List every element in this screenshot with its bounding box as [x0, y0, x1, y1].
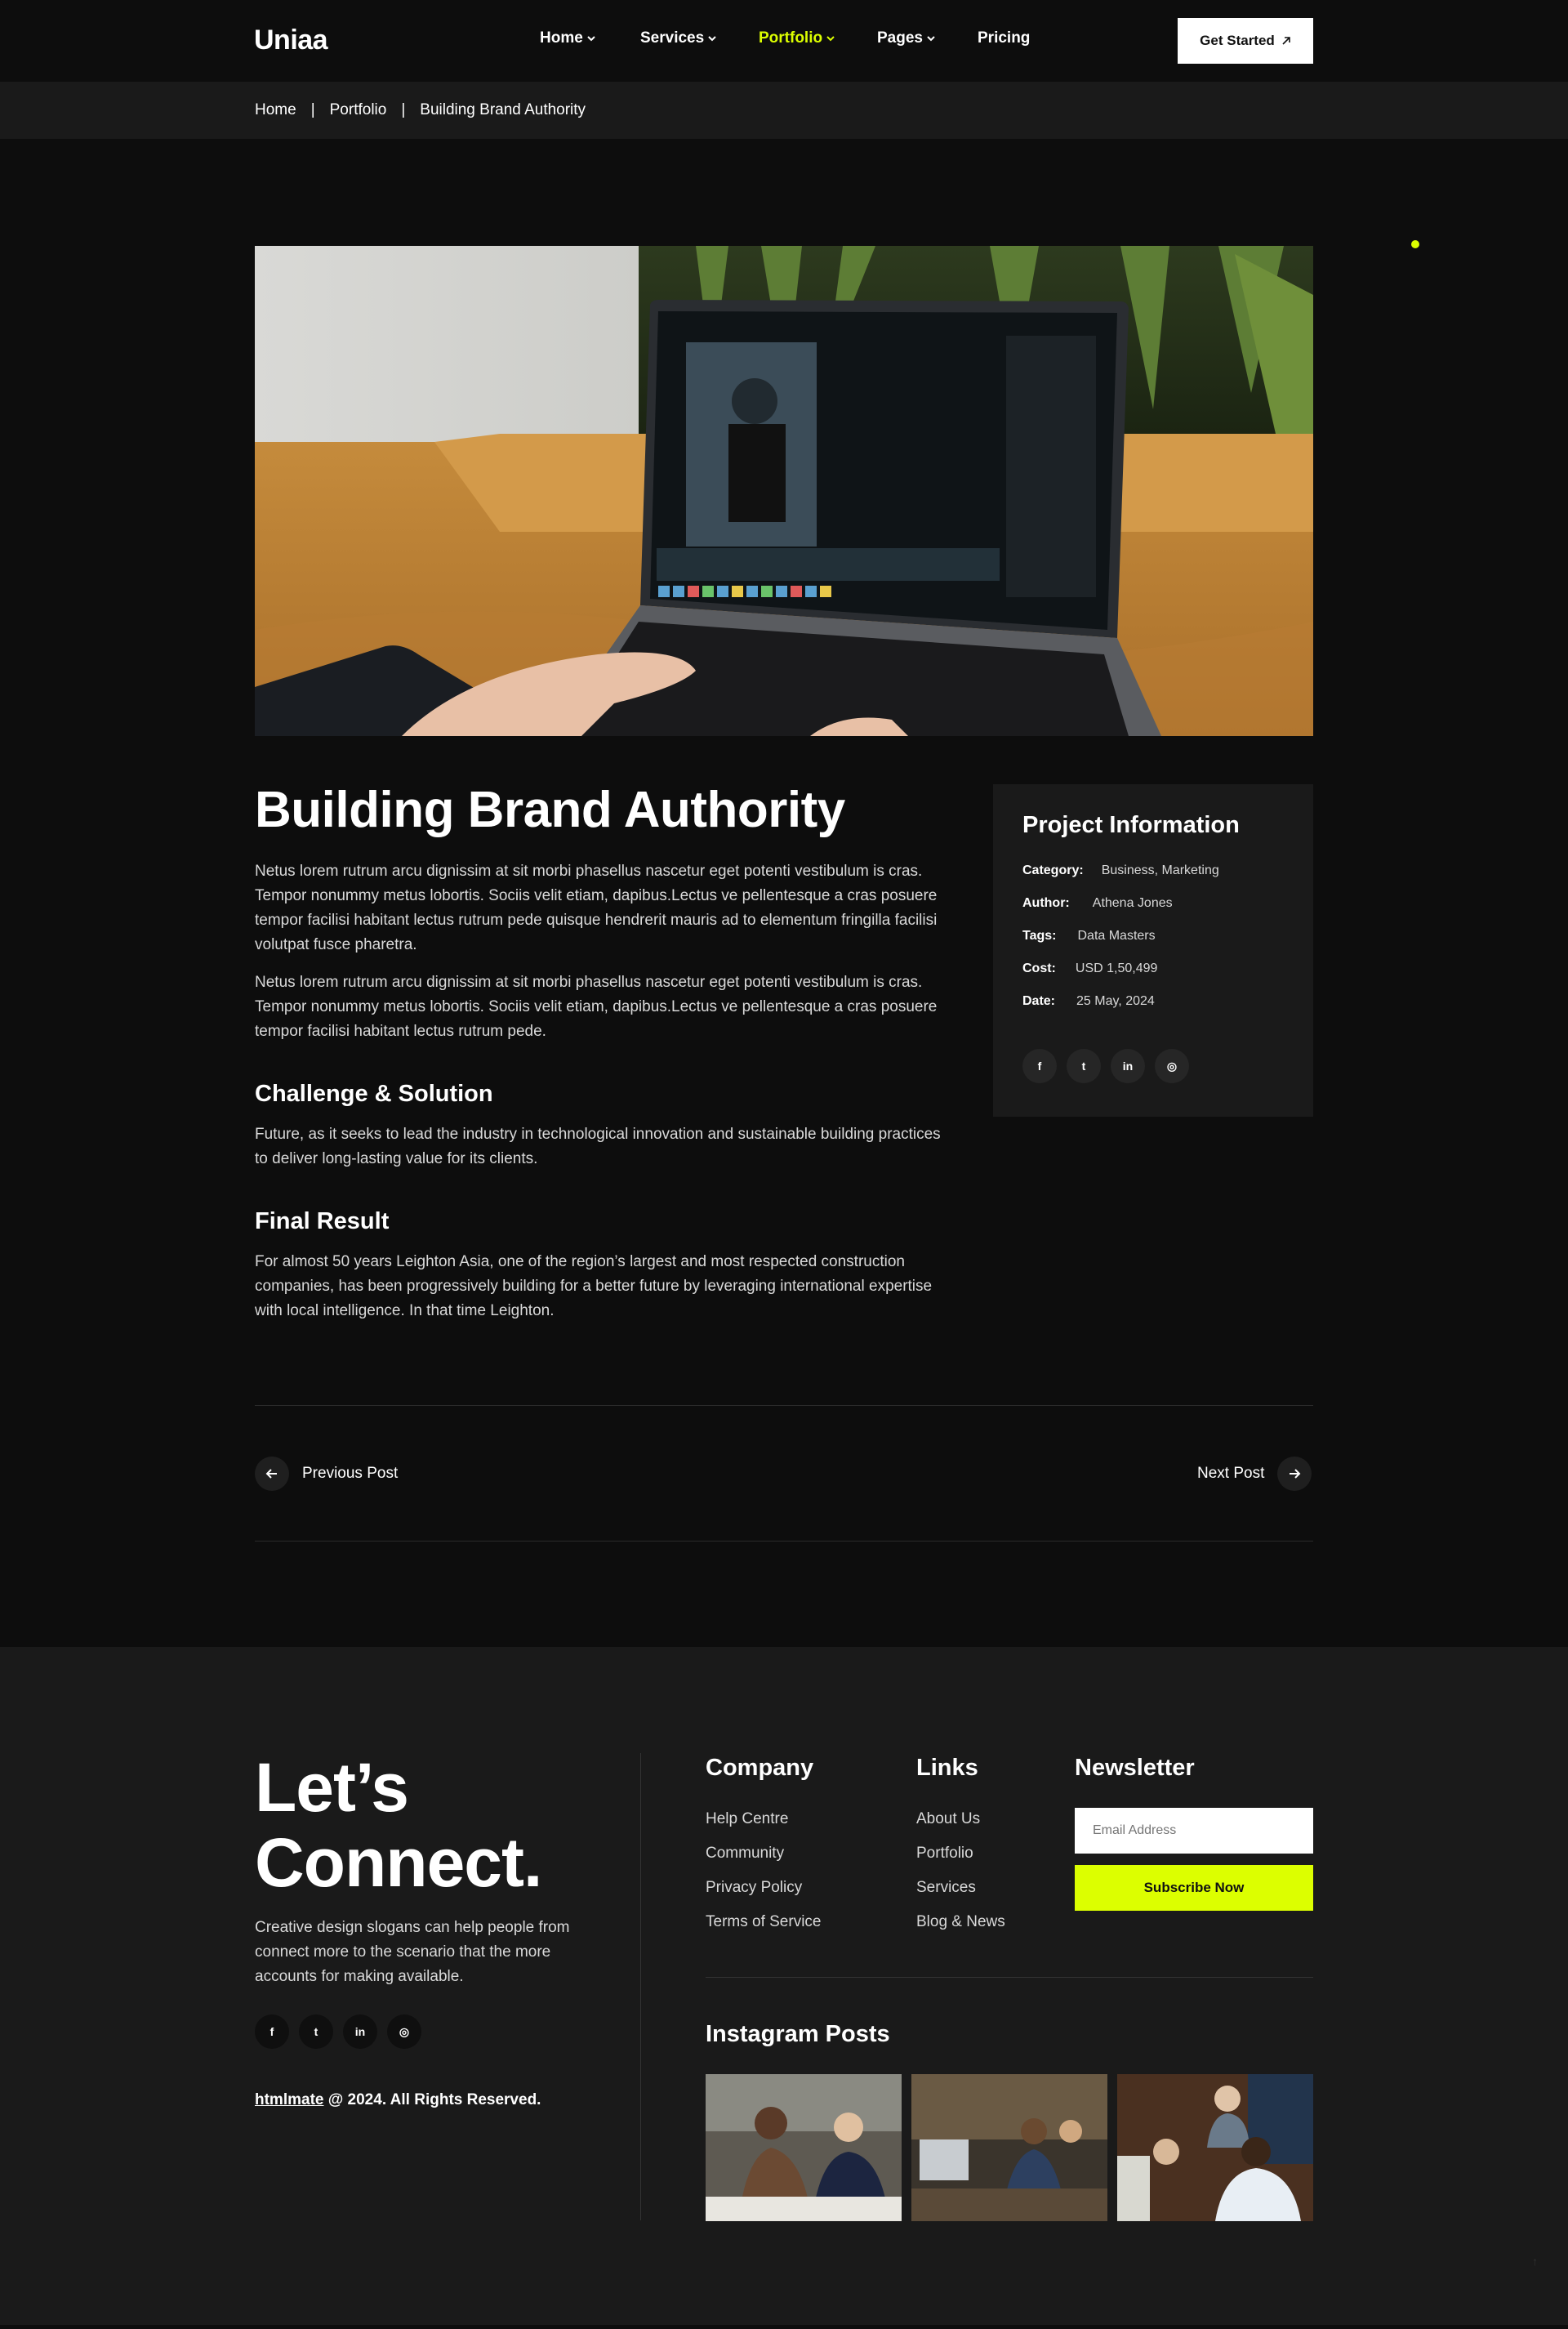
divider [255, 1405, 1313, 1406]
project-info-heading: Project Information [1022, 812, 1240, 838]
chevron-down-icon [587, 36, 595, 42]
nav-item-pricing[interactable]: Pricing [978, 29, 1030, 47]
breadcrumb-separator: | [310, 101, 315, 118]
challenge-heading: Challenge & Solution [255, 1081, 493, 1107]
site-footer [0, 1647, 1568, 2329]
breadcrumb: Home | Portfolio | Building Brand Author… [255, 101, 586, 119]
facebook-icon[interactable]: f [255, 2014, 289, 2049]
email-field[interactable] [1075, 1808, 1313, 1854]
next-post-label: Next Post [1197, 1465, 1265, 1482]
chevron-down-icon [826, 36, 835, 42]
result-text: For almost 50 years Leighton Asia, one o… [255, 1253, 933, 1319]
next-post-link[interactable]: Next Post [1197, 1457, 1312, 1491]
arrow-left-icon [255, 1457, 289, 1491]
info-value: Athena Jones [1092, 896, 1173, 910]
info-row-tags: Tags: Data Masters [1022, 929, 1156, 944]
nav-item-portfolio[interactable]: Portfolio [759, 29, 835, 47]
links-heading: Links [916, 1755, 978, 1781]
instagram-icon[interactable]: ◎ [1155, 1049, 1189, 1083]
info-row-date: Date: 25 May, 2024 [1022, 994, 1155, 1009]
connect-heading: Let’s Connect. [255, 1749, 542, 1901]
info-key: Category: [1022, 863, 1084, 877]
info-row-author: Author: Athena Jones [1022, 896, 1173, 911]
chevron-down-icon [708, 36, 716, 42]
nav-item-label: Services [640, 29, 705, 47]
nav-item-services[interactable]: Services [640, 29, 717, 47]
previous-post-link[interactable]: Previous Post [255, 1457, 398, 1491]
challenge-text: Future, as it seeks to lead the industry… [255, 1126, 941, 1167]
breadcrumb-separator: | [401, 101, 406, 118]
info-key: Date: [1022, 994, 1056, 1008]
info-value: 25 May, 2024 [1076, 994, 1155, 1008]
info-value: USD 1,50,499 [1075, 961, 1158, 975]
footer-link-terms[interactable]: Terms of Service [706, 1913, 821, 1931]
nav-item-label: Pages [877, 29, 923, 47]
breadcrumb-current: Building Brand Authority [420, 101, 586, 118]
linkedin-icon[interactable]: in [1111, 1049, 1145, 1083]
bottom-bar [0, 2325, 1568, 2329]
result-heading: Final Result [255, 1208, 390, 1234]
footer-link-services[interactable]: Services [916, 1879, 976, 1897]
previous-post-label: Previous Post [302, 1465, 399, 1482]
arrow-up-right-icon [1282, 37, 1290, 45]
copyright-text: @ 2024. All Rights Reserved. [323, 2091, 541, 2108]
linkedin-icon[interactable]: in [343, 2014, 377, 2049]
facebook-icon[interactable]: f [1022, 1049, 1057, 1083]
instagram-post[interactable] [706, 2074, 902, 2221]
nav-item-home[interactable]: Home [540, 29, 596, 47]
info-value: Business, Marketing [1101, 863, 1219, 877]
subscribe-button[interactable]: Subscribe Now [1075, 1865, 1313, 1911]
instagram-post[interactable] [1117, 2074, 1313, 2221]
copyright: htmlmate @ 2024. All Rights Reserved. [255, 2091, 541, 2109]
connect-line: Connect. [255, 1824, 542, 1901]
instagram-icon[interactable]: ◎ [387, 2014, 421, 2049]
footer-link-community[interactable]: Community [706, 1845, 784, 1863]
info-key: Cost: [1022, 961, 1056, 975]
company-heading: Company [706, 1755, 814, 1781]
article-paragraph: Netus lorem rutrum arcu dignissim at sit… [255, 974, 938, 1040]
footer-divider [706, 1977, 1313, 1978]
laptop-photo [255, 246, 1313, 736]
scroll-to-top-icon[interactable]: ↑ [1532, 2255, 1545, 2268]
footer-link-portfolio[interactable]: Portfolio [916, 1845, 973, 1863]
info-row-cost: Cost: USD 1,50,499 [1022, 961, 1157, 976]
twitter-icon[interactable]: t [299, 2014, 333, 2049]
instagram-post[interactable] [911, 2074, 1107, 2221]
arrow-right-icon [1277, 1457, 1312, 1491]
chevron-down-icon [927, 36, 935, 42]
info-key: Tags: [1022, 929, 1057, 943]
copyright-link[interactable]: htmlmate [255, 2091, 323, 2108]
footer-link-about-us[interactable]: About Us [916, 1810, 980, 1828]
nav-item-label: Home [540, 29, 583, 47]
nav-item-label: Pricing [978, 29, 1031, 47]
connect-line: Let’s [255, 1749, 409, 1826]
main-nav: Home Services Portfolio Pages Pricing [0, 29, 1568, 54]
footer-tagline: Creative design slogans can help people … [255, 1919, 570, 1985]
footer-divider [640, 1753, 641, 2220]
breadcrumb-home[interactable]: Home [255, 101, 296, 119]
instagram-heading: Instagram Posts [706, 2021, 890, 2047]
project-info-card: Project Information Category: Business, … [993, 784, 1313, 1117]
twitter-icon[interactable]: t [1067, 1049, 1101, 1083]
hero-image [255, 246, 1313, 736]
get-started-button[interactable]: Get Started [1178, 18, 1313, 64]
nav-item-pages[interactable]: Pages [877, 29, 936, 47]
newsletter-heading: Newsletter [1075, 1755, 1195, 1781]
divider [255, 1541, 1313, 1542]
info-value: Data Masters [1077, 929, 1156, 943]
article-paragraph: Netus lorem rutrum arcu dignissim at sit… [255, 863, 938, 953]
site-header: Uniaa Home Services Portfolio Pages Pric… [0, 0, 1568, 82]
cursor-dot [1411, 240, 1419, 248]
info-row-category: Category: Business, Marketing [1022, 863, 1219, 878]
info-key: Author: [1022, 896, 1070, 910]
nav-item-label: Portfolio [759, 29, 823, 47]
footer-link-help-centre[interactable]: Help Centre [706, 1810, 788, 1828]
breadcrumb-bar: Home | Portfolio | Building Brand Author… [0, 82, 1568, 139]
article-title: Building Brand Authority [255, 782, 845, 838]
get-started-label: Get Started [1200, 33, 1275, 48]
footer-link-privacy-policy[interactable]: Privacy Policy [706, 1879, 802, 1897]
footer-link-blog-news[interactable]: Blog & News [916, 1913, 1005, 1931]
breadcrumb-portfolio[interactable]: Portfolio [330, 101, 387, 119]
